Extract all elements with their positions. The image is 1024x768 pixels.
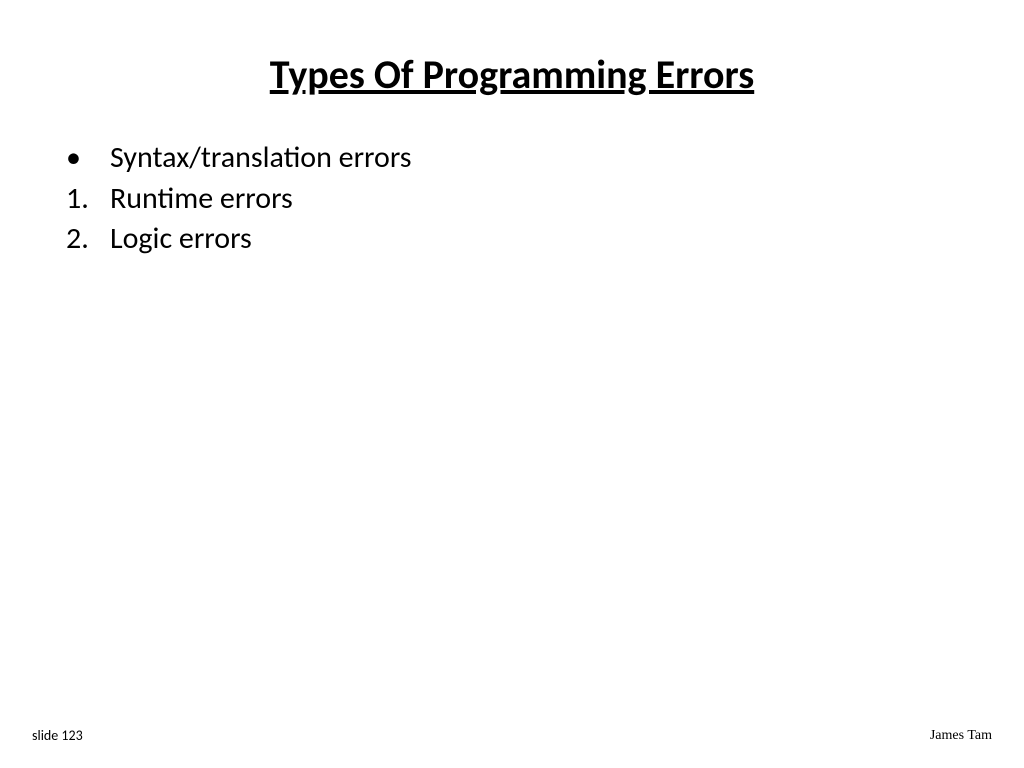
list-item-text: Logic errors [110,219,964,260]
list-item-text: Runtime errors [110,179,964,220]
number-marker: 2. [60,219,110,260]
author-name: James Tam [930,728,992,744]
list-item: 1. Runtime errors [60,179,964,220]
list-item: 2. Logic errors [60,219,964,260]
slide: Types Of Programming Errors • Syntax/tra… [0,0,1024,768]
slide-number: slide 123 [32,727,83,744]
list-item: • Syntax/translation errors [60,138,964,179]
bullet-marker: • [60,138,110,179]
number-marker: 1. [60,179,110,220]
slide-body: • Syntax/translation errors 1. Runtime e… [60,138,964,260]
slide-title: Types Of Programming Errors [0,50,1024,99]
list-item-text: Syntax/translation errors [110,138,964,179]
